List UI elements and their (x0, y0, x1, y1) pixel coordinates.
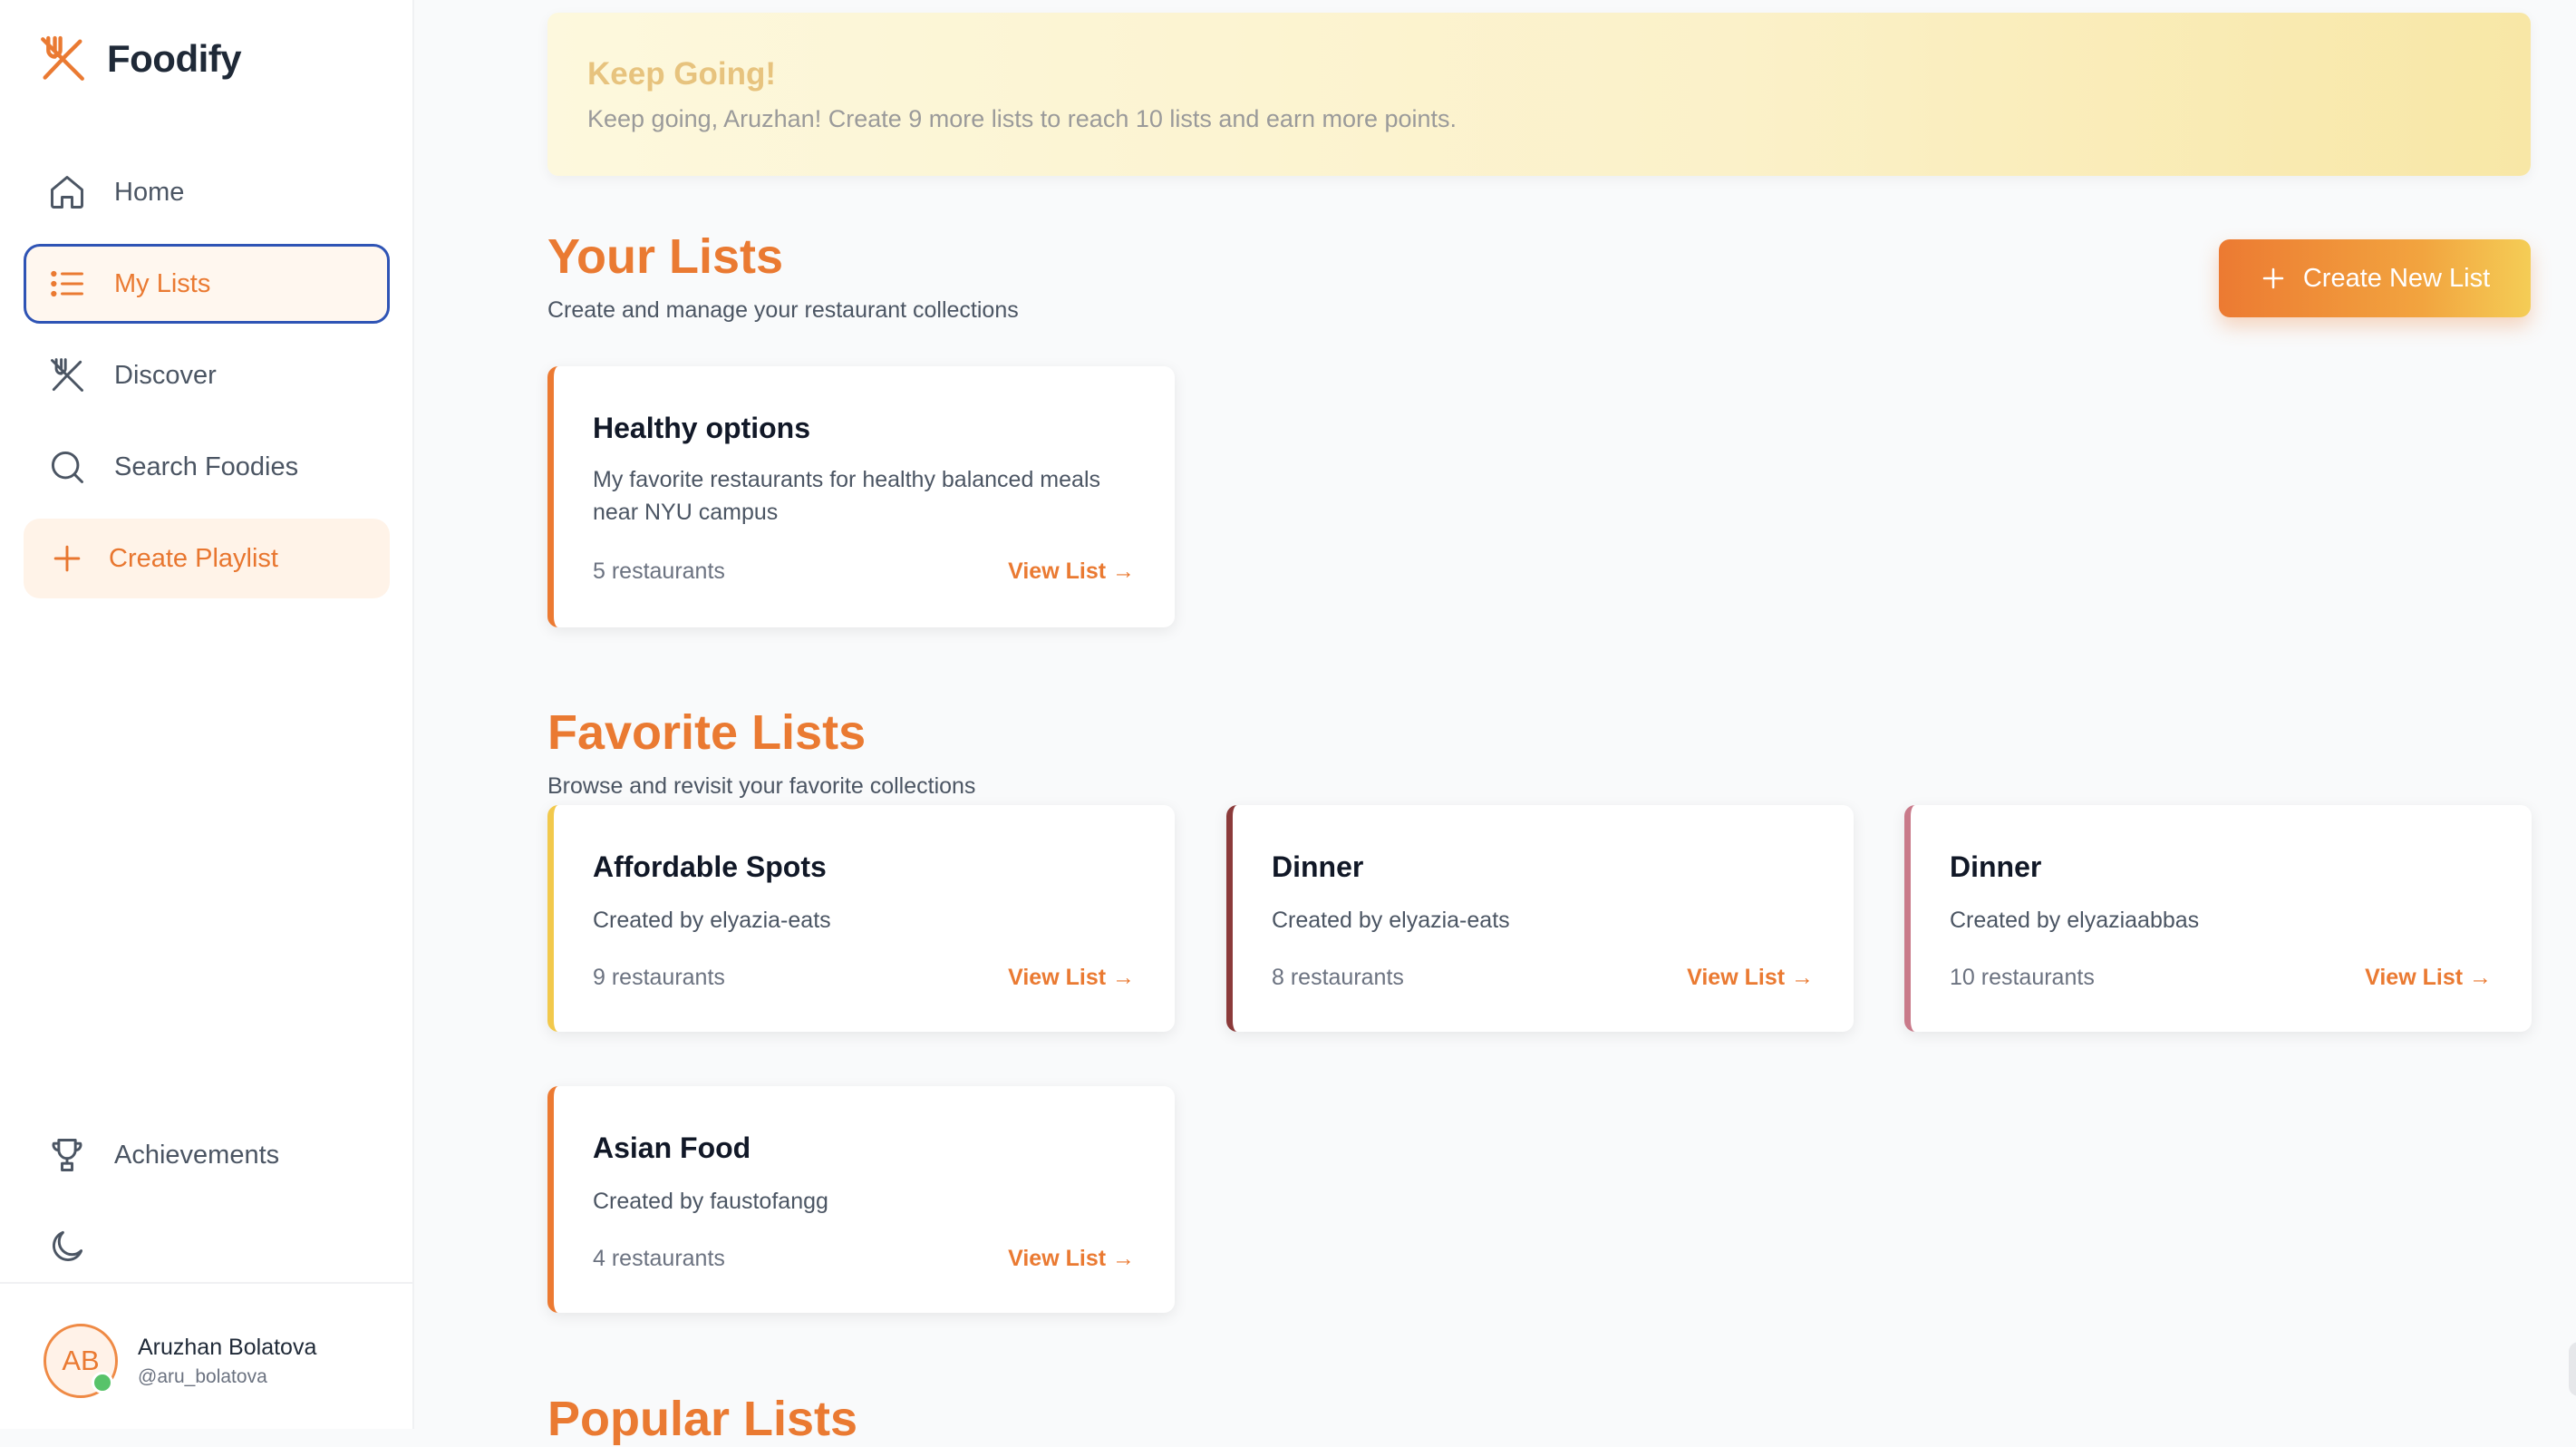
your-lists-title: Your Lists (547, 229, 784, 284)
plus-icon (2262, 267, 2284, 289)
card-count: 9 restaurants (593, 965, 725, 990)
card-title: Dinner (1950, 850, 2042, 883)
nav-item-home[interactable]: Home (24, 152, 390, 232)
nav-item-label: Create Playlist (109, 543, 278, 573)
card-footer: 4 restaurants View List → (593, 1246, 1135, 1272)
card-title: Affordable Spots (593, 850, 827, 883)
card-title: Dinner (1272, 850, 1364, 883)
view-list-link[interactable]: View List → (1008, 558, 1135, 585)
list-card[interactable]: Affordable Spots Created by elyazia-eats… (547, 805, 1175, 1032)
sidebar: Foodify Home My Lists Discover Search Fo… (0, 0, 414, 1429)
bottom-nav: Achievements (24, 1115, 390, 1298)
card-title: Healthy options (593, 412, 811, 444)
view-list-link[interactable]: View List → (2365, 965, 2492, 991)
online-status-dot (92, 1372, 113, 1394)
nav-item-label: My Lists (114, 268, 211, 298)
progress-banner: Keep Going! Keep going, Aruzhan! Create … (547, 13, 2531, 176)
banner-text: Keep going, Aruzhan! Create 9 more lists… (587, 105, 1457, 132)
scrollbar-thumb[interactable] (2569, 1342, 2576, 1396)
view-list-link[interactable]: View List → (1008, 1246, 1135, 1272)
nav-item-my-lists[interactable]: My Lists (24, 244, 390, 324)
brand-name: Foodify (107, 37, 242, 80)
avatar[interactable]: AB (44, 1324, 118, 1398)
nav-item-search-foodies[interactable]: Search Foodies (24, 427, 390, 507)
card-description: Created by elyazia-eats (1272, 908, 1510, 933)
nav-item-label: Discover (114, 360, 217, 390)
app-root: Foodify Home My Lists Discover Search Fo… (0, 0, 2576, 1446)
popular-lists-title: Popular Lists (547, 1392, 858, 1446)
trophy-icon (52, 1139, 82, 1171)
utensils-logo-icon (41, 35, 84, 81)
card-count: 10 restaurants (1950, 965, 2095, 990)
create-new-list-button[interactable]: Create New List (2219, 239, 2531, 317)
utensils-icon (51, 358, 83, 392)
card-footer: 5 restaurants View List → (593, 558, 1135, 585)
search-icon (51, 451, 83, 483)
nav-item-create-playlist[interactable]: Create Playlist (24, 519, 390, 598)
card-title: Asian Food (593, 1131, 751, 1164)
card-count: 5 restaurants (593, 558, 725, 584)
card-description: My favorite restaurants for healthy bala… (593, 467, 1100, 525)
brand[interactable]: Foodify (36, 33, 242, 85)
card-description: Created by faustofangg (593, 1189, 828, 1214)
user-profile[interactable]: AB Aruzhan Bolatova @aru_bolatova (44, 1324, 316, 1398)
list-card[interactable]: Dinner Created by elyaziaabbas 10 restau… (1904, 805, 2532, 1032)
favorite-lists-subtitle: Browse and revisit your favorite collect… (547, 773, 976, 799)
profile-handle: @aru_bolatova (138, 1365, 267, 1387)
moon-icon (53, 1230, 83, 1261)
theme-toggle-button[interactable] (24, 1207, 390, 1287)
card-footer: 9 restaurants View List → (593, 965, 1135, 991)
nav-item-label: Search Foodies (114, 452, 299, 481)
view-list-link[interactable]: View List → (1008, 965, 1135, 991)
list-card[interactable]: Healthy options My favorite restaurants … (547, 366, 1175, 627)
card-footer: 8 restaurants View List → (1272, 965, 1814, 991)
nav-item-discover[interactable]: Discover (24, 335, 390, 415)
card-description: Created by elyazia-eats (593, 908, 831, 933)
your-lists-subtitle: Create and manage your restaurant collec… (547, 297, 1019, 323)
profile-text: Aruzhan Bolatova @aru_bolatova (138, 1335, 316, 1388)
card-description: Created by elyaziaabbas (1950, 908, 2200, 933)
sidebar-divider (0, 1282, 414, 1284)
card-count: 8 restaurants (1272, 965, 1404, 990)
list-icon (51, 270, 83, 297)
avatar-initials: AB (62, 1345, 100, 1376)
nav-item-label: Home (114, 177, 185, 207)
list-card[interactable]: Asian Food Created by faustofangg 4 rest… (547, 1086, 1175, 1313)
favorite-lists-title: Favorite Lists (547, 705, 867, 760)
create-new-list-label: Create New List (2302, 263, 2491, 293)
plus-icon (53, 545, 81, 572)
main-nav: Home My Lists Discover Search Foodies Cr… (24, 152, 390, 610)
profile-name: Aruzhan Bolatova (138, 1334, 317, 1360)
list-card[interactable]: Dinner Created by elyazia-eats 8 restaur… (1226, 805, 1854, 1032)
home-icon (51, 176, 83, 209)
banner-title: Keep Going! (587, 56, 777, 92)
nav-item-label: Achievements (114, 1140, 280, 1170)
card-count: 4 restaurants (593, 1246, 725, 1271)
view-list-link[interactable]: View List → (1687, 965, 1814, 991)
card-footer: 10 restaurants View List → (1950, 965, 2492, 991)
nav-item-achievements[interactable]: Achievements (24, 1115, 390, 1195)
